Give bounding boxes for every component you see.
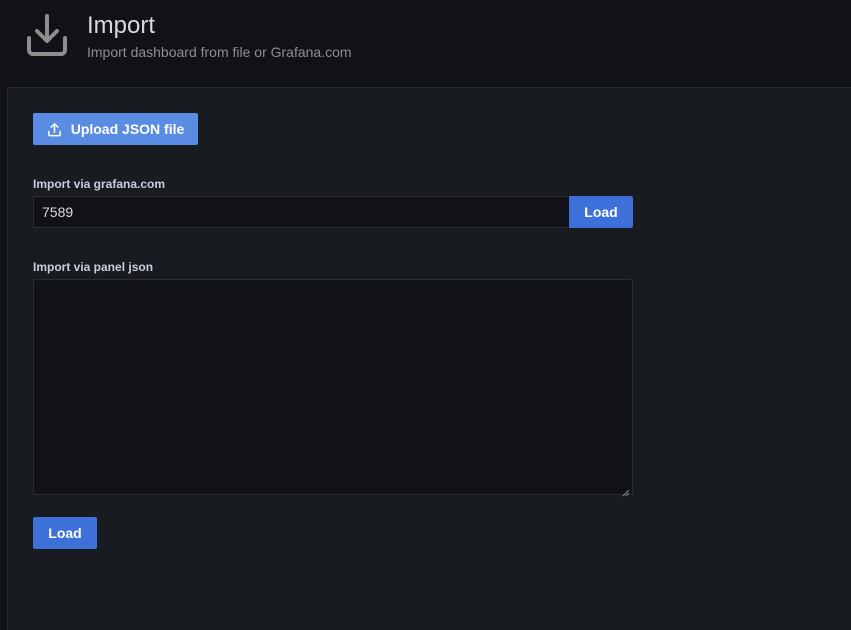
- load-grafana-button[interactable]: Load: [569, 196, 633, 228]
- page-title: Import: [87, 12, 156, 39]
- import-panel: Upload JSON file Import via grafana.com …: [7, 87, 851, 630]
- json-import-label: Import via panel json: [33, 260, 154, 274]
- page-header: Import Import dashboard from file or Gra…: [0, 0, 851, 88]
- upload-json-button[interactable]: Upload JSON file: [33, 113, 198, 145]
- resize-handle-icon[interactable]: [622, 484, 630, 497]
- page-subtitle: Import dashboard from file or Grafana.co…: [87, 44, 352, 60]
- load-json-button[interactable]: Load: [33, 517, 97, 549]
- grafana-id-input[interactable]: 7589: [33, 196, 570, 228]
- grafana-import-label: Import via grafana.com: [33, 177, 166, 191]
- import-page: Import Import dashboard from file or Gra…: [0, 0, 851, 630]
- panel-json-textarea[interactable]: [33, 279, 633, 497]
- upload-json-label: Upload JSON file: [70, 121, 185, 137]
- upload-icon: [47, 122, 71, 137]
- download-icon: [24, 12, 70, 58]
